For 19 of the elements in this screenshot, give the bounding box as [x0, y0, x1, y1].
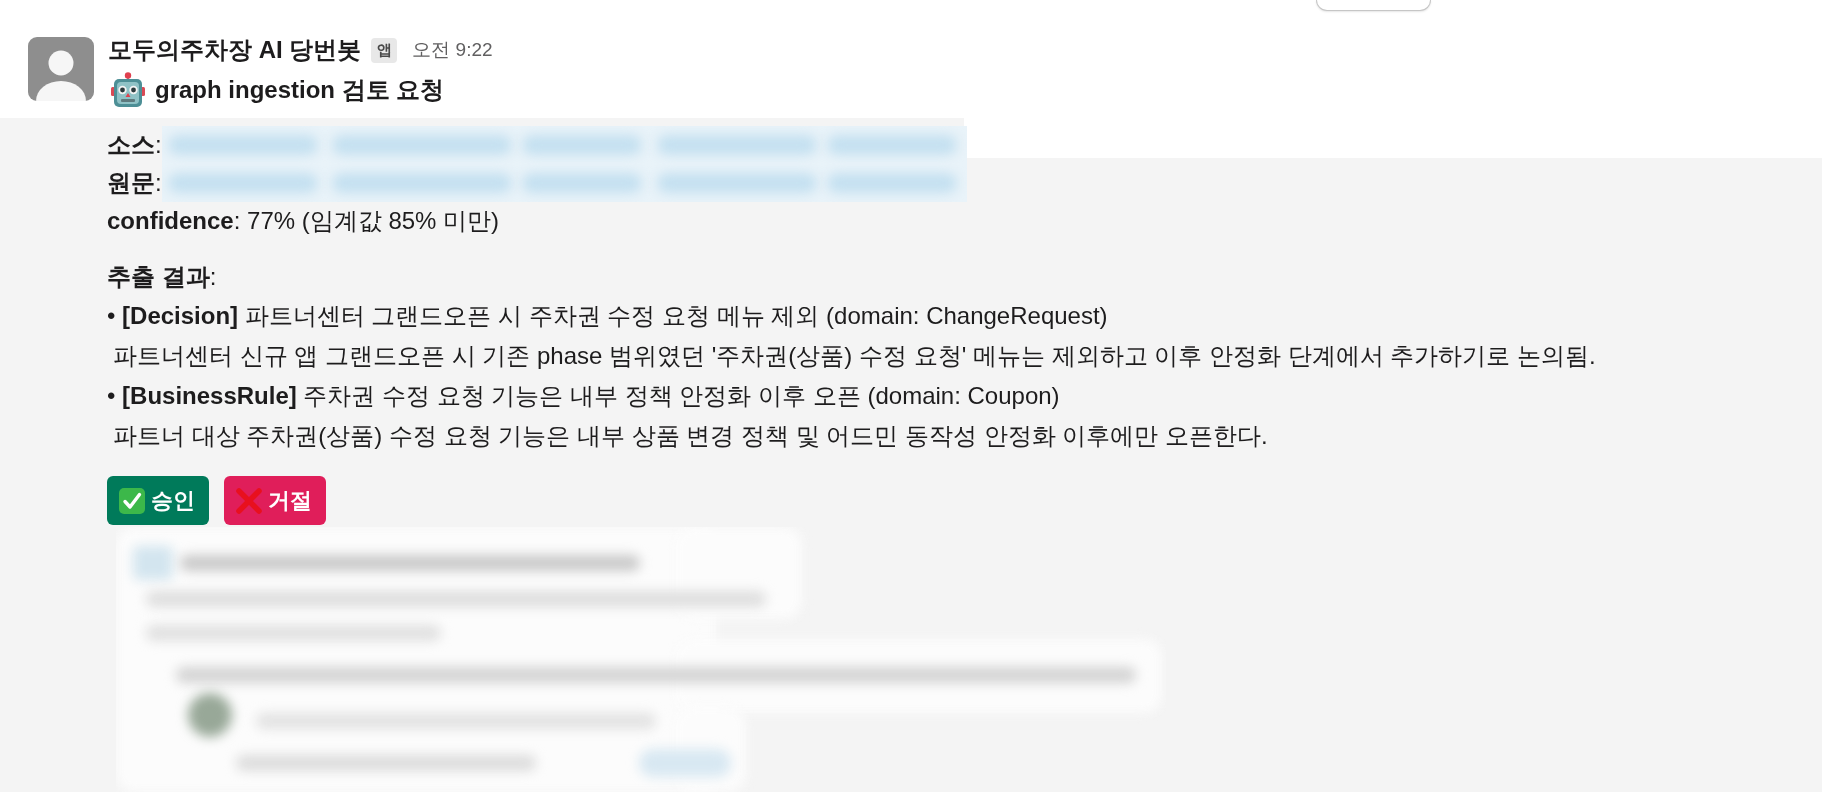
field-text: confidence: 77% (임계값 85% 미만)	[107, 206, 500, 236]
reject-button[interactable]: 거절	[224, 476, 326, 525]
field-text: 소스:	[107, 130, 162, 160]
approve-button[interactable]: 승인	[107, 476, 209, 525]
item-description: 파트너 대상 주차권(상품) 수정 요청 기능은 내부 상품 변경 정책 및 어드민 동작성 안정화 이후에만 오픈한다.	[112, 421, 1269, 451]
message-time[interactable]: 오전 9:22	[412, 35, 493, 65]
item-heading: • [Decision] 파트너센터 그랜드오픈 시 주차권 수정 요청 메뉴 제외 (domain: ChangeRequest)	[107, 301, 1109, 331]
app-badge: 앱	[371, 37, 398, 63]
item-description: 파트너센터 신규 앱 그랜드오픈 시 기존 phase 범위였던 '주차권(상품) 수정 요청' 메뉴는 제외하고 이후 안정화 단계에서 추가하기로 논의됨.	[112, 341, 1597, 371]
pill-button-edge[interactable]	[1316, 0, 1431, 11]
item-heading: • [BusinessRule] 주차권 수정 요청 기능은 내부 정책 안정화 이후 오픈 (domain: Coupon)	[107, 381, 1061, 411]
field-text: 원문:	[107, 168, 162, 198]
robot-icon	[110, 72, 146, 108]
sender-name[interactable]: 모두의주차장 AI 당번봇	[108, 32, 362, 68]
message-title: graph ingestion 검토 요청	[155, 75, 445, 105]
check-icon	[119, 487, 145, 514]
cross-icon	[236, 487, 262, 514]
section-heading: 추출 결과:	[107, 262, 218, 292]
person-avatar-icon[interactable]	[28, 37, 94, 101]
